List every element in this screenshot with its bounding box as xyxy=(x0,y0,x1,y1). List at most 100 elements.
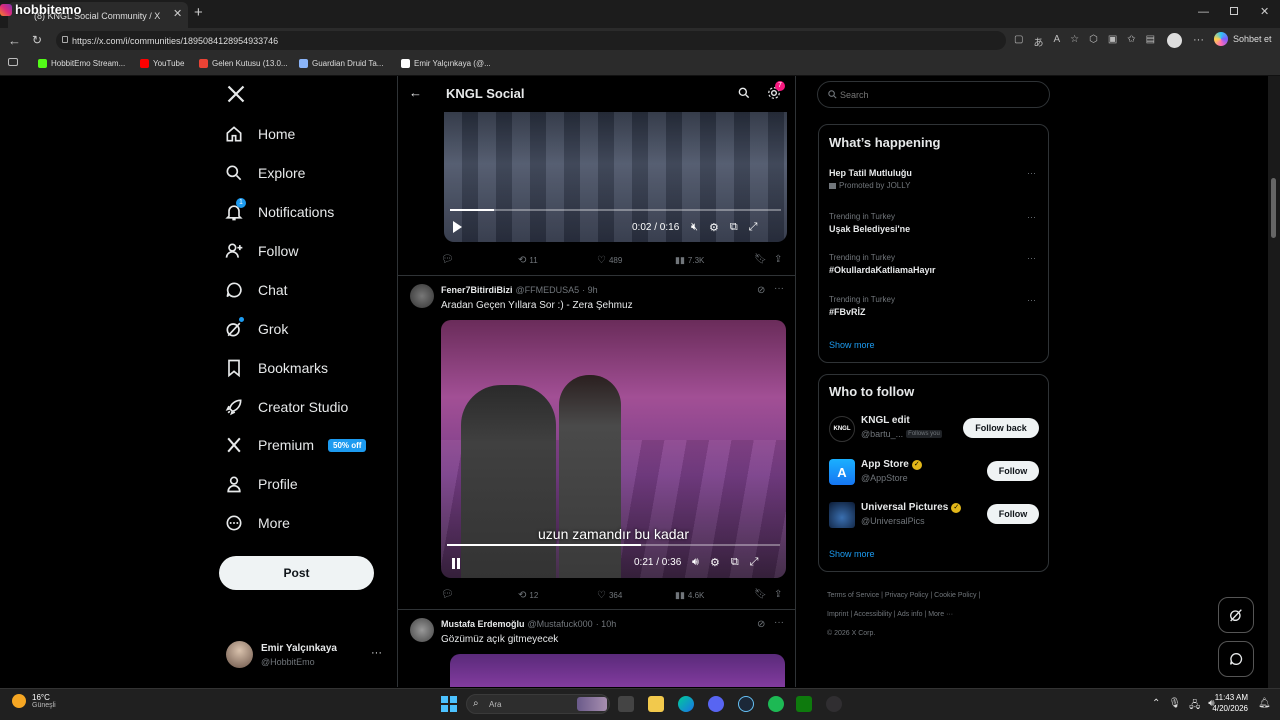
volume-icon[interactable]: 🔊︎ xyxy=(692,556,699,569)
edge-icon[interactable] xyxy=(678,696,694,712)
read-aloud-icon[interactable]: A xyxy=(1053,34,1060,49)
profile-avatar[interactable] xyxy=(1167,33,1182,48)
new-tab-button[interactable]: + xyxy=(194,4,203,21)
post-time[interactable]: · 9h xyxy=(582,285,598,295)
taskbar-search[interactable]: ⌕ Ara xyxy=(466,694,610,714)
restore-button[interactable] xyxy=(1230,7,1238,15)
tab-close-icon[interactable]: ✕ xyxy=(173,7,182,20)
nav-chat[interactable]: Chat xyxy=(224,280,288,300)
xbox-icon[interactable] xyxy=(796,696,812,712)
post[interactable]: Fener7BitirdiBizi @FFMEDUSA5 · 9h ⊘ ··· … xyxy=(398,276,795,608)
post-menu-icon[interactable]: ··· xyxy=(774,617,784,628)
obs-icon[interactable] xyxy=(826,696,842,712)
discord-icon[interactable] xyxy=(708,696,724,712)
clock[interactable]: 11:43 AM 4/20/2026 xyxy=(1204,693,1248,713)
show-more-link[interactable]: Show more xyxy=(829,549,875,559)
trend-item[interactable]: Trending in Turkey Uşak Belediyesi'ne ··… xyxy=(829,212,1039,234)
wallet-icon[interactable]: ▣ xyxy=(1108,34,1117,49)
author-handle[interactable]: @Mustafuck000 xyxy=(528,619,593,629)
post-time[interactable]: · 10h xyxy=(596,619,617,629)
post[interactable]: Mustafa Erdemoğlu @Mustafuck000 · 10h ⊘ … xyxy=(398,610,795,687)
split-screen-icon[interactable]: ▢ xyxy=(1014,34,1023,49)
show-more-link[interactable]: Show more xyxy=(829,340,875,350)
trend-item[interactable]: Trending in Turkey #OkullardaKatliamaHay… xyxy=(829,253,1039,275)
bookmark-post-button[interactable]: 🔖︎ xyxy=(754,254,767,265)
author-name[interactable]: Mustafa Erdemoğlu xyxy=(441,619,525,629)
nav-premium[interactable]: Premium 50% off xyxy=(224,435,367,455)
fullscreen-icon[interactable]: ⤢ xyxy=(749,221,758,234)
timeline[interactable]: ← KNGL Social 7 0:02 / 0:16 🔇︎ ⚙ ⧉ ⤢ 💬︎ … xyxy=(397,76,796,687)
notification-bell-icon[interactable]: 🔔︎ xyxy=(1258,698,1271,709)
steam-icon[interactable] xyxy=(738,696,754,712)
nav-follow[interactable]: Follow xyxy=(224,241,298,261)
post-media[interactable] xyxy=(450,654,785,687)
mute-icon[interactable]: 🔇︎ xyxy=(691,221,698,234)
trend-menu-icon[interactable]: ··· xyxy=(1027,168,1036,178)
footer-more-link[interactable]: More ··· xyxy=(928,611,953,618)
nav-bookmarks[interactable]: Bookmarks xyxy=(224,358,328,378)
search-input[interactable] xyxy=(840,87,1030,102)
grok-explain-icon[interactable]: ⊘ xyxy=(757,619,765,630)
trend-menu-icon[interactable]: ··· xyxy=(1027,253,1036,263)
file-explorer-icon[interactable] xyxy=(648,696,664,712)
back-icon[interactable]: ← xyxy=(8,33,21,48)
x-logo-icon[interactable] xyxy=(226,84,246,104)
start-button[interactable] xyxy=(441,696,457,712)
share-button[interactable]: ⇪ xyxy=(774,589,782,600)
network-icon[interactable]: 🖧︎ xyxy=(1189,698,1200,715)
follow-back-button[interactable]: Follow back xyxy=(963,418,1039,438)
footer-link[interactable]: Accessibility xyxy=(854,611,892,618)
mic-icon[interactable]: 🎙︎ xyxy=(1168,698,1181,715)
fullscreen-icon[interactable]: ⤢ xyxy=(750,556,759,569)
follow-button[interactable]: Follow xyxy=(987,461,1039,481)
reading-icon[interactable] xyxy=(8,58,18,66)
account-menu-icon[interactable]: ··· xyxy=(371,647,382,659)
footer-link[interactable]: Ads info xyxy=(897,611,922,618)
search-box[interactable] xyxy=(817,81,1050,108)
header-search-icon[interactable] xyxy=(737,86,751,100)
footer-link[interactable]: Cookie Policy xyxy=(934,592,976,599)
like-button[interactable]: ♡ 364 xyxy=(597,590,622,601)
video-player[interactable]: uzun zamandır bu kadar 0:21 / 0:36 🔊︎ ⚙ … xyxy=(441,320,786,578)
play-icon[interactable] xyxy=(453,221,462,233)
share-button[interactable]: ⇪ xyxy=(774,254,782,265)
weather-widget[interactable]: 16°C Güneşli xyxy=(12,693,56,709)
nav-more[interactable]: More xyxy=(224,513,290,533)
extensions-icon[interactable]: ⬡ xyxy=(1089,34,1098,49)
trend-menu-icon[interactable]: ··· xyxy=(1027,295,1036,305)
repost-button[interactable]: ⟲ 11 xyxy=(518,255,538,266)
grok-explain-icon[interactable]: ⊘ xyxy=(757,285,765,296)
trend-item[interactable]: Hep Tatil Mutluluğu Promoted by JOLLY ··… xyxy=(829,168,1039,190)
nav-grok[interactable]: Grok xyxy=(224,317,288,339)
trend-item[interactable]: Trending in Turkey #FBvRİZ ··· xyxy=(829,295,1039,317)
favorite-item[interactable]: HobbitEmo Stream... xyxy=(38,59,125,68)
favorite-item[interactable]: YouTube xyxy=(140,59,184,68)
views-button[interactable]: ▮▮ 7.3K xyxy=(675,255,704,266)
favorite-item[interactable]: Gelen Kutusu (13.0... xyxy=(199,59,288,68)
back-arrow-icon[interactable]: ← xyxy=(409,85,422,100)
pip-icon[interactable]: ⧉ xyxy=(730,221,738,234)
minimize-button[interactable]: — xyxy=(1198,6,1209,18)
grok-floating-button[interactable] xyxy=(1218,597,1254,633)
reply-button[interactable]: 💬︎ xyxy=(441,254,454,265)
footer-link[interactable]: Privacy Policy xyxy=(885,592,929,599)
like-button[interactable]: ♡ 489 xyxy=(597,255,622,266)
author-name[interactable]: Fener7BitirdiBizi xyxy=(441,285,513,295)
pip-icon[interactable]: ⧉ xyxy=(731,556,739,569)
views-button[interactable]: ▮▮ 4.6K xyxy=(675,590,704,601)
post-menu-icon[interactable]: ··· xyxy=(774,283,784,294)
scrollbar-thumb[interactable] xyxy=(1271,178,1276,238)
task-view-icon[interactable] xyxy=(618,696,634,712)
spotify-icon[interactable] xyxy=(768,696,784,712)
nav-explore[interactable]: Explore xyxy=(224,163,305,183)
reload-icon[interactable]: ↻ xyxy=(32,33,42,47)
nav-creator-studio[interactable]: Creator Studio xyxy=(224,397,348,417)
repost-button[interactable]: ⟲ 12 xyxy=(518,590,538,601)
nav-profile[interactable]: Profile xyxy=(224,474,298,494)
favorite-item[interactable]: Guardian Druid Ta... xyxy=(299,59,383,68)
page-scrollbar[interactable] xyxy=(1268,76,1280,688)
window-close-button[interactable]: ✕ xyxy=(1260,5,1269,18)
author-handle[interactable]: @FFMEDUSA5 xyxy=(516,285,580,295)
video-settings-icon[interactable]: ⚙ xyxy=(710,556,720,569)
video-settings-icon[interactable]: ⚙ xyxy=(709,221,719,234)
